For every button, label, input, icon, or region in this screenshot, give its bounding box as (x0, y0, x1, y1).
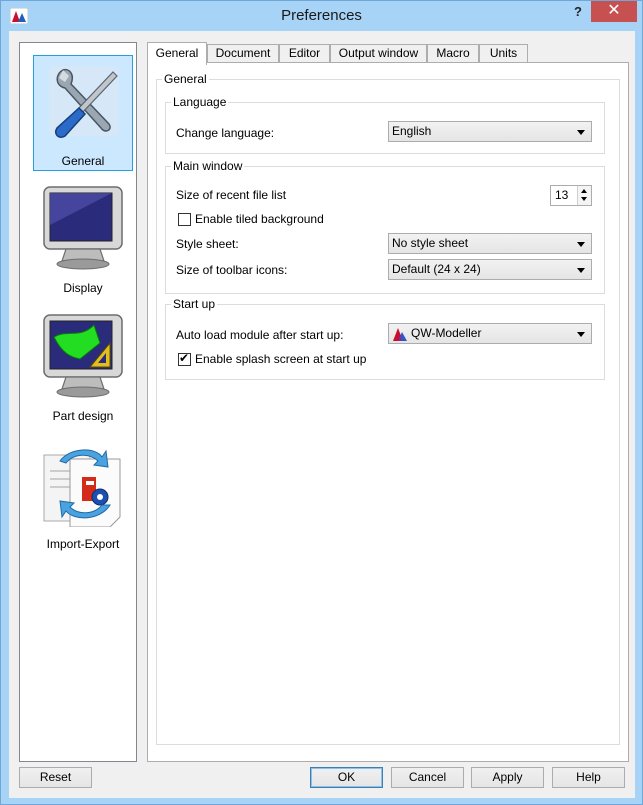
splash-screen-checkbox[interactable]: ✔ (178, 351, 191, 366)
wrench-screwdriver-icon (49, 66, 119, 139)
tiled-background-label[interactable]: Enable tiled background (195, 212, 324, 226)
recent-files-label: Size of recent file list (176, 188, 287, 202)
general-group-title: General (162, 72, 209, 86)
chevron-down-icon (577, 130, 585, 135)
page-item-general[interactable]: General (33, 55, 133, 171)
tab-output-window[interactable]: Output window (330, 44, 427, 63)
language-select[interactable]: English (388, 121, 592, 142)
language-group-title: Language (171, 95, 229, 109)
tab-macro[interactable]: Macro (427, 44, 479, 63)
autoload-module-select[interactable]: QW-Modeller (388, 323, 592, 344)
tiled-background-checkbox[interactable] (178, 213, 191, 226)
close-button[interactable]: ✕ (591, 1, 637, 22)
general-group: General Language Change language: Englis… (156, 72, 620, 745)
toolbar-icons-value: Default (24 x 24) (392, 262, 481, 276)
tab-editor[interactable]: Editor (279, 44, 330, 63)
page-label-import-export: Import-Export (46, 537, 120, 551)
qw-modeller-icon (393, 328, 407, 341)
page-list[interactable]: General Display Part design Import-Expor… (19, 42, 137, 762)
tab-document[interactable]: Document (207, 44, 279, 63)
help-button[interactable]: Help (552, 767, 625, 788)
preferences-window: Preferences ? ✕ General Display Part des… (0, 0, 643, 805)
monitor-icon (43, 186, 123, 270)
toolbar-icons-select[interactable]: Default (24 x 24) (388, 259, 592, 280)
splash-screen-label[interactable]: Enable splash screen at start up (195, 352, 366, 366)
context-help-button[interactable]: ? (568, 3, 588, 23)
style-sheet-value: No style sheet (392, 236, 469, 250)
tab-panel-general: General Language Change language: Englis… (147, 62, 629, 762)
autoload-module-value: QW-Modeller (411, 326, 482, 340)
language-select-value: English (392, 124, 432, 138)
start-up-group-title: Start up (171, 297, 218, 311)
checkmark-icon: ✔ (179, 351, 190, 365)
main-window-group-title: Main window (171, 159, 245, 173)
tab-general[interactable]: General (147, 42, 207, 65)
autoload-label: Auto load module after start up: (176, 328, 344, 342)
part-design-monitor-icon (43, 314, 123, 398)
start-up-group: Start up Auto load module after start up… (165, 297, 605, 380)
reset-button[interactable]: Reset (19, 767, 92, 788)
chevron-down-icon (577, 242, 585, 247)
toolbar-icons-label: Size of toolbar icons: (176, 263, 288, 277)
ok-button[interactable]: OK (310, 767, 383, 788)
page-item-display[interactable]: Display (33, 183, 133, 299)
recent-files-spinbox[interactable]: 13 (550, 185, 592, 206)
page-item-import-export[interactable]: Import-Export (33, 439, 133, 555)
style-sheet-label: Style sheet: (176, 237, 239, 251)
change-language-label: Change language: (176, 126, 275, 140)
recent-files-value: 13 (555, 188, 569, 202)
chevron-down-icon (577, 332, 585, 337)
window-title: Preferences (281, 7, 362, 24)
apply-button[interactable]: Apply (471, 767, 544, 788)
import-export-icon (43, 449, 121, 527)
spin-buttons[interactable] (577, 186, 591, 205)
dialog-client-area: General Display Part design Import-Expor… (9, 31, 635, 798)
language-group: Language Change language: English (165, 95, 605, 154)
page-item-part-design[interactable]: Part design (33, 311, 133, 427)
spin-down-icon[interactable] (581, 197, 587, 201)
title-bar[interactable]: Preferences ? ✕ (1, 1, 642, 31)
chevron-down-icon (577, 268, 585, 273)
tab-units[interactable]: Units (479, 44, 528, 63)
main-window-group: Main window Size of recent file list 13 … (165, 159, 605, 294)
cancel-button[interactable]: Cancel (391, 767, 464, 788)
spin-up-icon[interactable] (581, 189, 587, 193)
page-label-general: General (61, 154, 105, 168)
style-sheet-select[interactable]: No style sheet (388, 233, 592, 254)
page-label-display: Display (63, 281, 103, 295)
page-label-part-design: Part design (52, 409, 114, 423)
